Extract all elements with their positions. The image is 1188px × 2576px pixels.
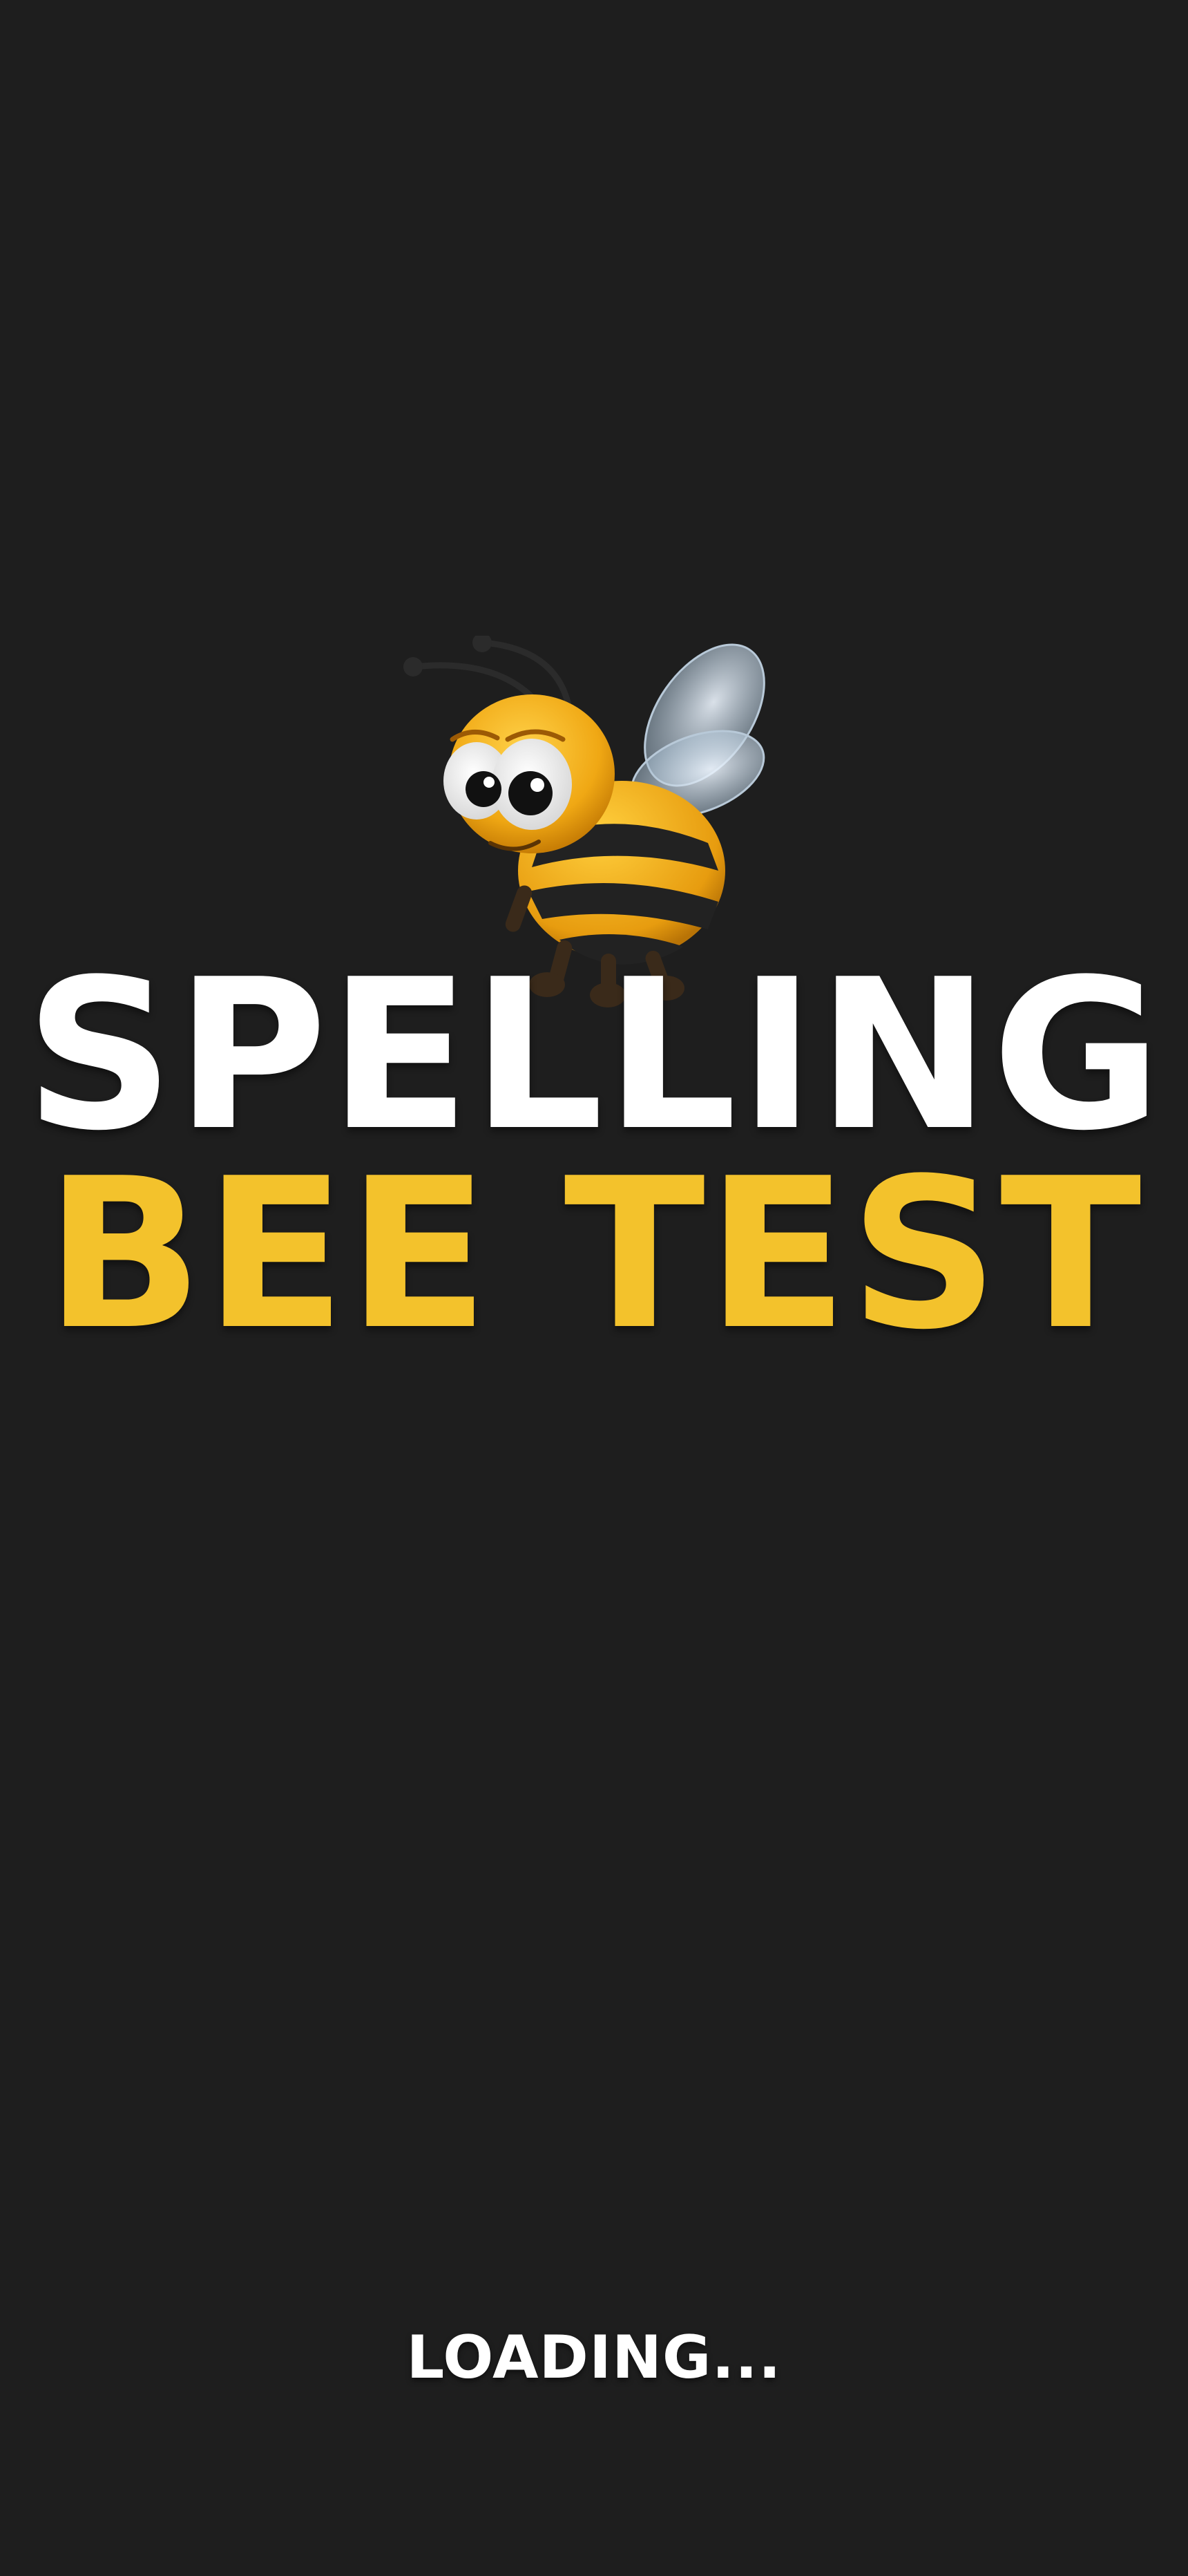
splash-screen: SPELLING BEE TEST LOADING... <box>0 0 1188 2576</box>
loading-text: LOADING... <box>406 2323 782 2392</box>
title-line-2: BEE TEST <box>45 1134 1143 1375</box>
title-line-1: SPELLING <box>24 935 1164 1176</box>
